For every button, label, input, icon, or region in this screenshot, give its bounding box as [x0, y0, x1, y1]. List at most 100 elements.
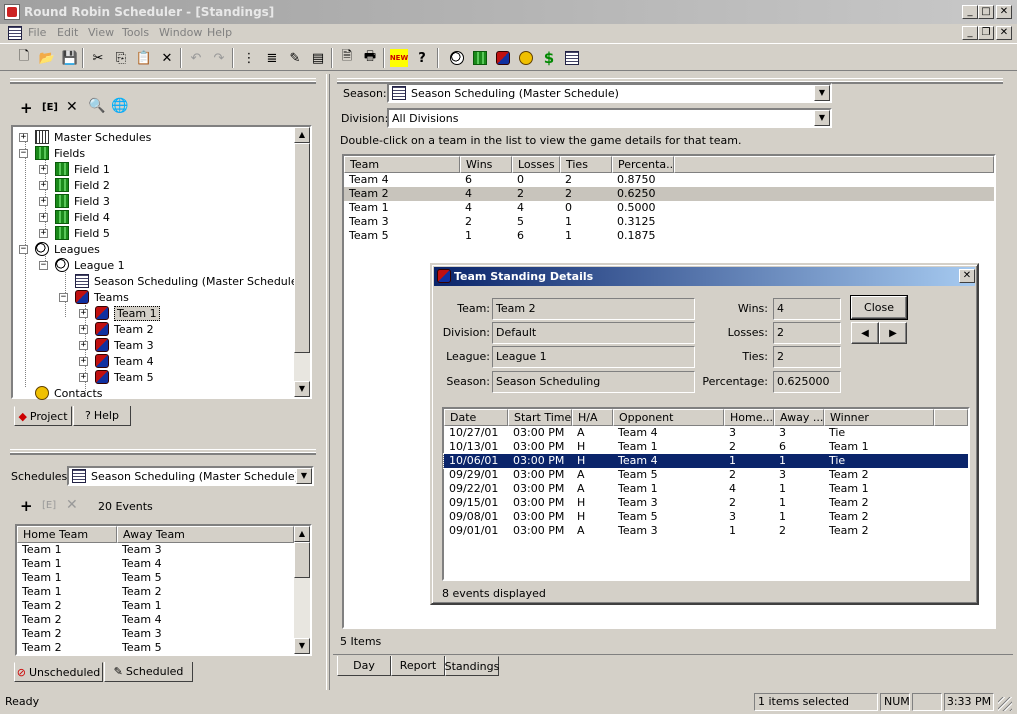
chevron-down-icon[interactable]: ▼	[814, 110, 830, 126]
menu-help[interactable]: Help	[207, 26, 232, 39]
event-row[interactable]: Team 2 Team 4	[17, 613, 294, 627]
event-row[interactable]: Team 1 Team 4	[17, 557, 294, 571]
undo-icon[interactable]: ↶	[187, 49, 205, 67]
game-row[interactable]: 10/27/01 03:00 PM A Team 4 3 3 Tie	[444, 426, 968, 440]
tree-item-team-3[interactable]: + Team 3	[75, 337, 154, 353]
tab-help[interactable]: ? Help	[73, 406, 131, 426]
tree-item-field-2[interactable]: + Field 2	[35, 177, 110, 193]
tab-standings[interactable]: Standings	[445, 656, 499, 676]
game-row[interactable]: 10/06/01 03:00 PM H Team 4 1 1 Tie	[443, 453, 969, 469]
dollar-icon[interactable]: $	[540, 49, 558, 67]
menu-window[interactable]: Window	[159, 26, 202, 39]
view2-icon[interactable]: ≣	[263, 49, 281, 67]
print-preview-icon[interactable]: 🗎	[338, 49, 356, 67]
division-select[interactable]: All Divisions ▼	[387, 108, 832, 128]
menu-edit[interactable]: Edit	[57, 26, 78, 39]
col-away-team[interactable]: Away Team	[117, 526, 294, 543]
col-winner[interactable]: Winner	[824, 409, 934, 426]
schedule-icon[interactable]	[563, 49, 581, 67]
resize-grip[interactable]	[998, 697, 1012, 711]
new-icon[interactable]: 🗋	[15, 49, 33, 67]
col-away-score[interactable]: Away ...	[774, 409, 824, 426]
standing-row[interactable]: Team 5 1 6 1 0.1875	[344, 229, 994, 243]
col-losses[interactable]: Losses	[512, 156, 560, 173]
menu-view[interactable]: View	[88, 26, 114, 39]
game-row[interactable]: 09/01/01 03:00 PM A Team 3 1 2 Team 2	[444, 524, 968, 538]
col-percentage[interactable]: Percenta...	[612, 156, 674, 173]
events-scrollbar[interactable]: ▲ ▼	[294, 526, 310, 654]
maximize-button[interactable]: □	[978, 5, 994, 19]
delete-icon[interactable]: ✕	[158, 49, 176, 67]
mdi-minimize-button[interactable]: _	[962, 26, 978, 40]
event-row[interactable]: Team 2 Team 1	[17, 599, 294, 613]
view4-icon[interactable]: ▤	[309, 49, 327, 67]
chevron-down-icon[interactable]: ▼	[814, 85, 830, 101]
add-icon[interactable]: +	[20, 99, 33, 117]
add-event-icon[interactable]: +	[20, 497, 33, 515]
print-icon[interactable]: 🖶	[361, 49, 379, 67]
standing-row[interactable]: Team 4 6 0 2 0.8750	[344, 173, 994, 187]
tree-item-team-5[interactable]: + Team 5	[75, 369, 154, 385]
game-row[interactable]: 09/29/01 03:00 PM A Team 5 2 3 Team 2	[444, 468, 968, 482]
mdi-restore-button[interactable]: ❐	[978, 26, 994, 40]
soccer-icon[interactable]	[448, 49, 466, 67]
tree-item-league-1[interactable]: − League 1	[35, 257, 125, 273]
col-wins[interactable]: Wins	[460, 156, 512, 173]
delete-event-icon[interactable]: ✕	[66, 497, 78, 513]
tree-item-team-2[interactable]: + Team 2	[75, 321, 154, 337]
col-ties[interactable]: Ties	[560, 156, 612, 173]
web-icon[interactable]: 🌐	[111, 98, 128, 114]
col-home-score[interactable]: Home...	[724, 409, 774, 426]
edit-button[interactable]: [E]	[42, 102, 58, 113]
tab-report[interactable]: Report	[391, 656, 445, 676]
tree-item-field-5[interactable]: + Field 5	[35, 225, 110, 241]
tree-item-field-1[interactable]: + Field 1	[35, 161, 110, 177]
redo-icon[interactable]: ↷	[210, 49, 228, 67]
standing-row[interactable]: Team 2 4 2 2 0.6250	[344, 187, 994, 201]
vertical-splitter[interactable]	[326, 74, 330, 690]
team-icon[interactable]	[494, 49, 512, 67]
tab-project[interactable]: ◆ Project	[14, 406, 72, 426]
menu-file[interactable]: File	[28, 26, 46, 39]
save-icon[interactable]: 💾	[61, 49, 79, 67]
standing-row[interactable]: Team 1 4 4 0 0.5000	[344, 201, 994, 215]
tree-item-season-scheduling[interactable]: Season Scheduling (Master Schedule)	[55, 273, 302, 289]
field-icon[interactable]	[471, 49, 489, 67]
col-opponent[interactable]: Opponent	[613, 409, 724, 426]
copy-icon[interactable]: ⎘	[112, 49, 130, 67]
event-row[interactable]: Team 2 Team 3	[17, 627, 294, 641]
col-home-team[interactable]: Home Team	[17, 526, 117, 543]
view3-icon[interactable]: ✎	[286, 49, 304, 67]
tree-item-team-1[interactable]: + Team 1	[75, 305, 160, 321]
event-row[interactable]: Team 1 Team 2	[17, 585, 294, 599]
paste-icon[interactable]: 📋	[135, 49, 153, 67]
close-window-button[interactable]: ✕	[996, 5, 1012, 19]
game-row[interactable]: 09/08/01 03:00 PM H Team 5 3 1 Team 2	[444, 510, 968, 524]
previous-arrow-icon[interactable]: ◀	[851, 322, 879, 344]
tree-item-leagues[interactable]: − Leagues	[15, 241, 100, 257]
col-date[interactable]: Date	[444, 409, 508, 426]
tree-item-field-4[interactable]: + Field 4	[35, 209, 110, 225]
contact-icon[interactable]	[517, 49, 535, 67]
tree-item-master-schedules[interactable]: + Master Schedules	[15, 129, 151, 145]
cut-icon[interactable]: ✂	[89, 49, 107, 67]
tab-unscheduled[interactable]: ⊘ Unscheduled	[14, 662, 103, 682]
delete-icon[interactable]: ✕	[66, 99, 78, 115]
open-icon[interactable]: 📂	[38, 49, 56, 67]
edit-event-button[interactable]: [E]	[42, 500, 56, 511]
game-row[interactable]: 10/13/01 03:00 PM H Team 1 2 6 Team 1	[444, 440, 968, 454]
tab-scheduled[interactable]: ✎ Scheduled	[104, 662, 193, 682]
tree-scrollbar[interactable]: ▲ ▼	[294, 127, 310, 397]
tree-item-contacts[interactable]: Contacts	[15, 385, 103, 401]
tree-item-team-4[interactable]: + Team 4	[75, 353, 154, 369]
next-arrow-icon[interactable]: ▶	[879, 322, 907, 344]
game-row[interactable]: 09/22/01 03:00 PM A Team 1 4 1 Team 1	[444, 482, 968, 496]
find-icon[interactable]: 🔍	[88, 98, 105, 114]
col-start-time[interactable]: Start Time	[508, 409, 572, 426]
event-row[interactable]: Team 1 Team 5	[17, 571, 294, 585]
tree-item-teams[interactable]: − Teams	[55, 289, 129, 305]
minimize-button[interactable]: _	[962, 5, 978, 19]
tab-day[interactable]: Day	[337, 656, 391, 676]
tree-item-fields[interactable]: − Fields	[15, 145, 85, 161]
col-home-away[interactable]: H/A	[572, 409, 613, 426]
